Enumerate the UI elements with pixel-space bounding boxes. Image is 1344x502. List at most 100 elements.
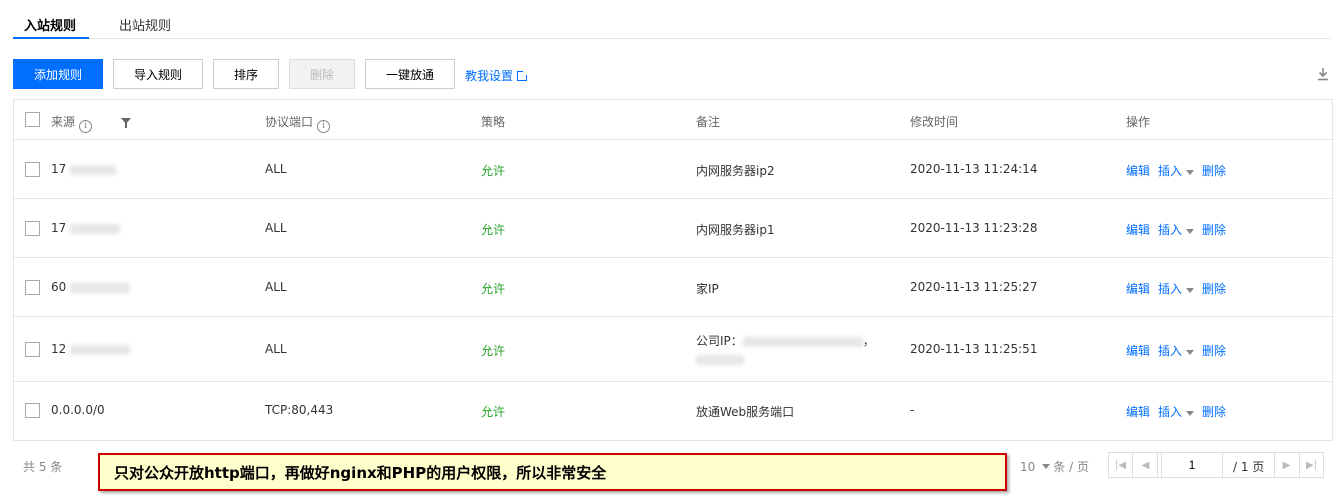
policy-cell: 允许	[481, 344, 506, 358]
help-link-label[interactable]: 教我设置	[465, 67, 513, 84]
time-cell: 2020-11-13 11:23:28	[910, 221, 1038, 235]
chevron-down-icon	[1186, 288, 1195, 293]
page-number-input[interactable]	[1161, 453, 1223, 477]
tab-inbound-rules[interactable]: 入站规则	[24, 15, 76, 34]
header-source: 来源 i	[51, 113, 93, 133]
table-row: 17 ALL 允许 内网服务器ip2 2020-11-13 11:24:14 编…	[14, 140, 1332, 199]
table-row: 12 ALL 允许 公司IP：， 2020-11-13 11:25:51 编辑 …	[14, 317, 1332, 382]
protocol-cell: ALL	[265, 342, 287, 356]
protocol-cell: ALL	[265, 221, 287, 235]
remark-cell: 内网服务器ip1	[696, 223, 775, 237]
policy-cell: 允许	[481, 282, 506, 296]
protocol-cell: ALL	[265, 162, 287, 176]
table-header: 来源 i 协议端口 i 策略 备注 修改时间 操作	[14, 100, 1332, 140]
toolbar: 添加规则 导入规则 排序 删除 一键放通 教我设置	[13, 59, 1331, 89]
prev-page-button[interactable]: ◀	[1134, 453, 1158, 477]
delete-link[interactable]: 删除	[1202, 280, 1226, 297]
table-row: 60 ALL 允许 家IP 2020-11-13 11:25:27 编辑 插入 …	[14, 258, 1332, 317]
first-page-button[interactable]: |◀	[1109, 453, 1133, 477]
delete-link[interactable]: 删除	[1202, 403, 1226, 420]
rule-tabs: 入站规则 出站规则	[13, 0, 1331, 39]
redacted-ip	[70, 223, 121, 234]
policy-cell: 允许	[481, 164, 506, 178]
delete-link[interactable]: 删除	[1202, 342, 1226, 359]
select-all-checkbox[interactable]	[25, 112, 40, 127]
insert-link[interactable]: 插入	[1158, 280, 1195, 297]
insert-link[interactable]: 插入	[1158, 221, 1195, 238]
row-checkbox[interactable]	[25, 342, 40, 357]
row-checkbox[interactable]	[25, 403, 40, 418]
redacted-ip	[742, 336, 863, 347]
page-size-select[interactable]: 10 条 / 页	[1020, 458, 1089, 475]
delete-link[interactable]: 删除	[1202, 221, 1226, 238]
import-rules-button[interactable]: 导入规则	[113, 59, 203, 89]
header-actions: 操作	[1126, 115, 1151, 129]
table-row: 0.0.0.0/0 TCP:80,443 允许 放通Web服务端口 - 编辑 插…	[14, 382, 1332, 440]
time-cell: 2020-11-13 11:25:27	[910, 280, 1038, 294]
redacted-ip	[696, 354, 744, 365]
row-actions: 编辑 插入 删除	[1126, 162, 1226, 179]
row-checkbox[interactable]	[25, 280, 40, 295]
edit-link[interactable]: 编辑	[1126, 342, 1150, 359]
total-pages: / 1 页	[1233, 460, 1265, 474]
edit-link[interactable]: 编辑	[1126, 280, 1150, 297]
redacted-ip	[70, 164, 117, 175]
header-modified-time: 修改时间	[910, 115, 959, 129]
protocol-cell: TCP:80,443	[265, 403, 334, 417]
edit-link[interactable]: 编辑	[1126, 162, 1150, 179]
header-policy: 策略	[481, 115, 506, 129]
policy-cell: 允许	[481, 223, 506, 237]
delete-button[interactable]: 删除	[289, 59, 355, 89]
pagination: |◀ ◀ / 1 页 ▶ ▶|	[1108, 452, 1324, 478]
total-count: 共 5 条	[23, 460, 63, 474]
source-cell: 17	[51, 221, 121, 235]
remark-cell: 内网服务器ip2	[696, 164, 775, 178]
chevron-down-icon	[1186, 170, 1195, 175]
insert-link[interactable]: 插入	[1158, 162, 1195, 179]
policy-cell: 允许	[481, 405, 506, 419]
source-cell: 17	[51, 162, 117, 176]
insert-link[interactable]: 插入	[1158, 403, 1195, 420]
row-actions: 编辑 插入 删除	[1126, 342, 1226, 359]
info-icon[interactable]: i	[79, 120, 93, 133]
info-icon[interactable]: i	[317, 120, 331, 133]
protocol-cell: ALL	[265, 280, 287, 294]
source-cell: 0.0.0.0/0	[51, 403, 105, 417]
redacted-ip	[70, 282, 131, 293]
last-page-button[interactable]: ▶|	[1299, 453, 1323, 477]
chevron-down-icon	[1186, 411, 1195, 416]
page-size-value[interactable]: 10	[1020, 460, 1035, 474]
row-checkbox[interactable]	[25, 162, 40, 177]
header-protocol-port: 协议端口 i	[265, 113, 331, 133]
allow-all-button[interactable]: 一键放通	[365, 59, 455, 89]
edit-link[interactable]: 编辑	[1126, 403, 1150, 420]
download-icon[interactable]	[1317, 67, 1329, 81]
time-cell: 2020-11-13 11:25:51	[910, 342, 1038, 356]
external-link-icon	[517, 69, 529, 81]
remark-cell: 公司IP：，	[696, 332, 875, 368]
table-row: 17 ALL 允许 内网服务器ip1 2020-11-13 11:23:28 编…	[14, 199, 1332, 258]
remark-cell: 放通Web服务端口	[696, 405, 795, 419]
remark-cell: 家IP	[696, 282, 719, 296]
insert-link[interactable]: 插入	[1158, 342, 1195, 359]
rules-table: 来源 i 协议端口 i 策略 备注 修改时间 操作 17 ALL 允许 内网服务器i…	[13, 99, 1333, 441]
source-cell: 60	[51, 280, 131, 294]
row-actions: 编辑 插入 删除	[1126, 280, 1226, 297]
delete-link[interactable]: 删除	[1202, 162, 1226, 179]
time-cell: -	[910, 403, 915, 417]
header-remark: 备注	[696, 115, 721, 129]
page-size-unit: 条 / 页	[1053, 460, 1089, 474]
next-page-button[interactable]: ▶	[1274, 453, 1298, 477]
tab-outbound-rules[interactable]: 出站规则	[119, 15, 171, 34]
sort-button[interactable]: 排序	[213, 59, 279, 89]
row-actions: 编辑 插入 删除	[1126, 221, 1226, 238]
help-link[interactable]: 教我设置	[465, 67, 529, 84]
annotation-callout: 只对公众开放http端口，再做好nginx和PHP的用户权限，所以非常安全	[98, 453, 1007, 491]
edit-link[interactable]: 编辑	[1126, 221, 1150, 238]
active-tab-indicator	[13, 37, 89, 39]
chevron-down-icon	[1186, 350, 1195, 355]
filter-icon[interactable]	[121, 118, 131, 128]
chevron-down-icon	[1042, 464, 1051, 469]
row-checkbox[interactable]	[25, 221, 40, 236]
add-rule-button[interactable]: 添加规则	[13, 59, 103, 89]
